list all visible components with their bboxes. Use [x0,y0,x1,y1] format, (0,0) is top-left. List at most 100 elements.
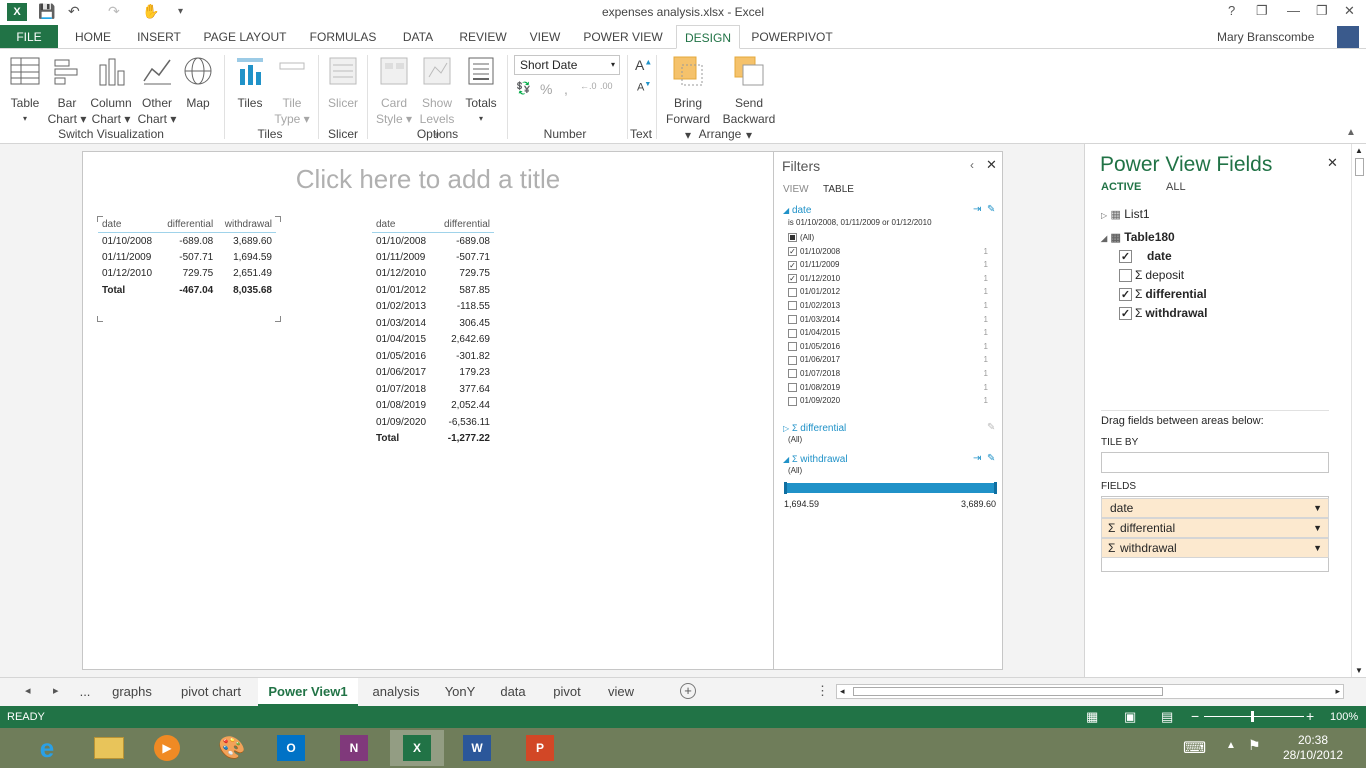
tab-home[interactable]: HOME [68,25,118,49]
field-item[interactable]: ✓ Σwithdrawal [1119,306,1207,321]
checkbox[interactable]: ✓ [1119,288,1132,302]
vertical-scrollbar[interactable]: ▲ ▼ [1351,144,1366,677]
range-slider[interactable] [784,482,997,494]
date-filter-item[interactable]: (All) [788,233,988,243]
scroll-right-icon[interactable]: ▸ [1335,686,1340,697]
date-filter-item[interactable]: 01/08/2019 1 [788,383,988,392]
zoom-level[interactable]: 100% [1330,711,1358,723]
tile-by-drop-zone[interactable] [1101,452,1329,473]
field-well-item[interactable]: Σwithdrawal ▼ [1101,538,1329,558]
zoom-slider[interactable] [1204,711,1304,722]
field-item[interactable]: ✓ date [1119,249,1172,264]
tab-view[interactable]: VIEW [524,25,566,49]
sheet-tab-analysis[interactable]: analysis [362,678,430,706]
zoom-in-icon[interactable]: + [1306,708,1314,724]
clear-filter-icon[interactable]: ✎ [987,453,995,464]
totals-button[interactable]: Totals ▾ [460,55,502,127]
checkbox[interactable] [788,301,797,311]
media-player-icon[interactable]: ▶ [140,730,194,766]
checkbox[interactable] [788,382,797,392]
advanced-filter-icon[interactable]: ⇥ [973,204,981,215]
date-filter-item[interactable]: ✓ 01/12/2010 1 [788,274,988,284]
tab-data[interactable]: DATA [395,25,441,49]
chevron-down-icon[interactable]: ▼ [1313,499,1322,517]
date-filter-item[interactable]: 01/04/2015 1 [788,328,988,338]
outlook-icon[interactable]: O [264,730,318,766]
checkbox[interactable]: ✓ [788,260,797,270]
date-filter-item[interactable]: 01/02/2013 1 [788,301,988,311]
list1-node[interactable]: ▷ ▦ List1 [1101,207,1150,221]
scroll-tabs-right-icon[interactable]: ▸ [53,684,59,697]
date-filter-item[interactable]: 01/03/2014 1 [788,315,988,324]
avatar[interactable] [1337,26,1359,48]
column-header[interactable]: date [372,217,436,233]
withdrawal-filter-header[interactable]: ◢ Σ withdrawal [783,454,848,465]
sheet-tab-power-view1[interactable]: Power View1 [258,678,358,706]
minimize-icon[interactable]: — [1287,3,1300,18]
zoom-slider-thumb[interactable] [1251,711,1254,722]
table-visualization-2[interactable]: date differential 01/10/2008 -689.08 01/11… [372,217,496,447]
checkbox[interactable]: ✓ [788,246,797,256]
add-sheet-icon[interactable]: + [680,683,696,699]
checkbox[interactable] [788,287,797,297]
date-filter-item[interactable]: 01/06/2017 1 [788,355,988,365]
zoom-out-icon[interactable]: − [1191,708,1199,724]
clear-filter-icon[interactable]: ✎ [987,422,995,433]
word-icon[interactable]: W [450,730,504,766]
scrollbar-thumb[interactable] [1355,158,1364,176]
scroll-up-icon[interactable]: ▲ [1355,146,1363,155]
sheet-tab-yony[interactable]: YonY [434,678,486,706]
date-filter-item[interactable]: 01/05/2016 1 [788,342,988,352]
field-item[interactable]: Σdeposit [1119,268,1184,283]
date-filter-item[interactable]: 01/07/2018 1 [788,369,988,379]
tab-insert[interactable]: INSERT [132,25,186,49]
ribbon-display-icon[interactable]: ❐ [1256,3,1268,19]
scroll-down-icon[interactable]: ▼ [1355,666,1363,675]
more-options-icon[interactable]: ⋮ [816,683,829,699]
date-filter-item[interactable]: ✓ 01/11/2009 1 [788,260,988,270]
checkbox[interactable] [1119,269,1132,283]
sheet-tab-data[interactable]: data [490,678,536,706]
sheet-tab-pivot-chart[interactable]: pivot chart [166,678,256,706]
chevron-down-icon[interactable]: ▼ [1313,539,1322,557]
tiles-button[interactable]: Tiles [232,55,268,111]
tab-formulas[interactable]: FORMULAS [305,25,381,49]
flag-icon[interactable]: ⚑ [1248,737,1261,754]
advanced-filter-icon[interactable]: ⇥ [973,453,981,464]
field-well-item[interactable]: date ▼ [1101,498,1329,518]
clock[interactable]: 20:38 28/10/2012 [1278,733,1348,763]
date-filter-item[interactable]: 01/01/2012 1 [788,287,988,297]
user-name[interactable]: Mary Branscombe [1217,30,1314,44]
date-filter-header[interactable]: ◢ date [783,205,811,216]
checkbox[interactable] [788,314,797,324]
clear-filter-icon[interactable]: ✎ [987,204,995,215]
show-hidden-icons-icon[interactable]: ▲ [1226,740,1236,751]
filters-view-tab[interactable]: VIEW [783,184,809,195]
chevron-down-icon[interactable]: ▼ [1313,519,1322,537]
page-layout-view-icon[interactable]: ▣ [1124,709,1136,725]
sheet-tab-more[interactable]: ... [72,678,98,706]
horizontal-scrollbar[interactable]: ◂ ▸ [836,684,1344,699]
filters-table-tab[interactable]: TABLE [823,184,854,195]
map-button[interactable]: Map [180,55,216,111]
fields-all-tab[interactable]: ALL [1166,181,1186,193]
checkbox[interactable]: ✓ [1119,250,1132,264]
checkbox[interactable]: ✓ [1119,307,1132,321]
powerpoint-icon[interactable]: P [513,730,567,766]
other-chart-button[interactable]: Other Chart ▾ [136,55,178,127]
horizontal-scrollbar-thumb[interactable] [853,687,1163,696]
range-slider-max-handle[interactable] [994,482,997,494]
field-item[interactable]: ✓ Σdifferential [1119,287,1207,302]
canvas-title-placeholder[interactable]: Click here to add a title [83,164,773,195]
differential-filter-header[interactable]: ▷ Σ differential [783,423,846,434]
date-filter-item[interactable]: ✓ 01/10/2008 1 [788,247,988,256]
decrease-font-size-icon[interactable]: A▼ [637,81,651,94]
normal-view-icon[interactable]: ▦ [1086,709,1098,725]
power-view-canvas[interactable]: Click here to add a title date different… [82,151,774,670]
table-button[interactable]: Table ▾ [6,55,44,127]
checkbox[interactable] [788,233,797,243]
tab-file[interactable]: FILE [0,25,58,49]
checkbox[interactable] [788,396,797,406]
fields-active-tab[interactable]: ACTIVE [1101,181,1141,193]
field-well-item[interactable]: Σdifferential ▼ [1101,518,1329,538]
